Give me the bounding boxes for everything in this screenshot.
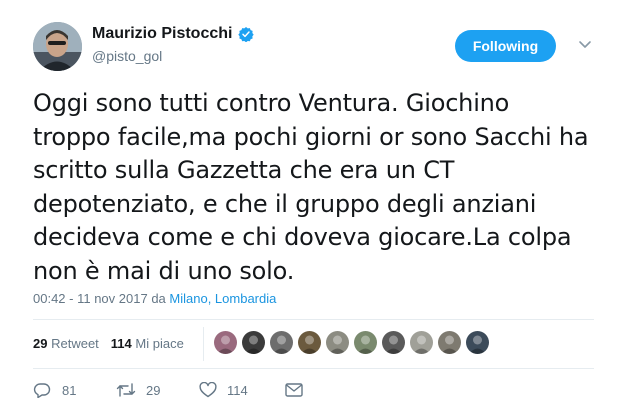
following-button[interactable]: Following <box>455 30 556 62</box>
like-stat-label: Mi piace <box>135 336 184 351</box>
stats-separator <box>203 327 204 361</box>
like-action[interactable]: 114 <box>199 382 285 398</box>
engagement-stats: 29 Retweet 114 Mi piace <box>33 336 184 351</box>
tweet-actions: 81 29 114 <box>33 382 303 398</box>
heart-icon <box>199 382 217 398</box>
divider <box>33 319 594 320</box>
liker-avatar[interactable] <box>326 331 349 354</box>
retweet-stat-label: Retweet <box>51 336 99 351</box>
liker-avatar[interactable] <box>270 331 293 354</box>
liker-avatar[interactable] <box>298 331 321 354</box>
tweet-metadata: 00:42 - 11 nov 2017 da Milano, Lombardia <box>33 291 276 306</box>
retweet-stat[interactable]: 29 Retweet <box>33 336 99 351</box>
likers-avatars <box>214 331 489 354</box>
avatar-image <box>33 22 82 71</box>
chevron-down-icon[interactable] <box>578 40 592 50</box>
retweet-icon <box>116 383 136 397</box>
liker-avatar[interactable] <box>466 331 489 354</box>
verified-badge-icon <box>238 27 255 42</box>
author-handle[interactable]: @pisto_gol <box>92 48 162 64</box>
retweet-action[interactable]: 29 <box>116 382 199 398</box>
retweet-count: 29 <box>146 382 161 398</box>
author-avatar[interactable] <box>33 22 82 71</box>
divider <box>33 368 594 369</box>
author-name[interactable]: Maurizio Pistocchi <box>92 25 255 43</box>
retweet-stat-count: 29 <box>33 336 48 351</box>
tweet-location[interactable]: Milano, Lombardia <box>169 291 276 306</box>
location-prefix: da <box>151 291 166 306</box>
like-stat[interactable]: 114 Mi piace <box>111 336 184 351</box>
liker-avatar[interactable] <box>354 331 377 354</box>
liker-avatar[interactable] <box>242 331 265 354</box>
like-count: 114 <box>227 382 248 398</box>
tweet-text: Oggi sono tutti contro Ventura. Giochino… <box>33 89 589 285</box>
liker-avatar[interactable] <box>214 331 237 354</box>
direct-message-action[interactable] <box>285 383 303 397</box>
reply-count: 81 <box>62 382 77 398</box>
author-name-text[interactable]: Maurizio Pistocchi <box>92 25 232 43</box>
liker-avatar[interactable] <box>382 331 405 354</box>
reply-action[interactable]: 81 <box>33 382 116 398</box>
liker-avatar[interactable] <box>410 331 433 354</box>
envelope-icon <box>285 383 303 397</box>
like-stat-count: 114 <box>110 336 132 351</box>
tweet-timestamp[interactable]: 00:42 - 11 nov 2017 <box>33 291 148 306</box>
liker-avatar[interactable] <box>438 331 461 354</box>
reply-icon <box>33 383 51 398</box>
